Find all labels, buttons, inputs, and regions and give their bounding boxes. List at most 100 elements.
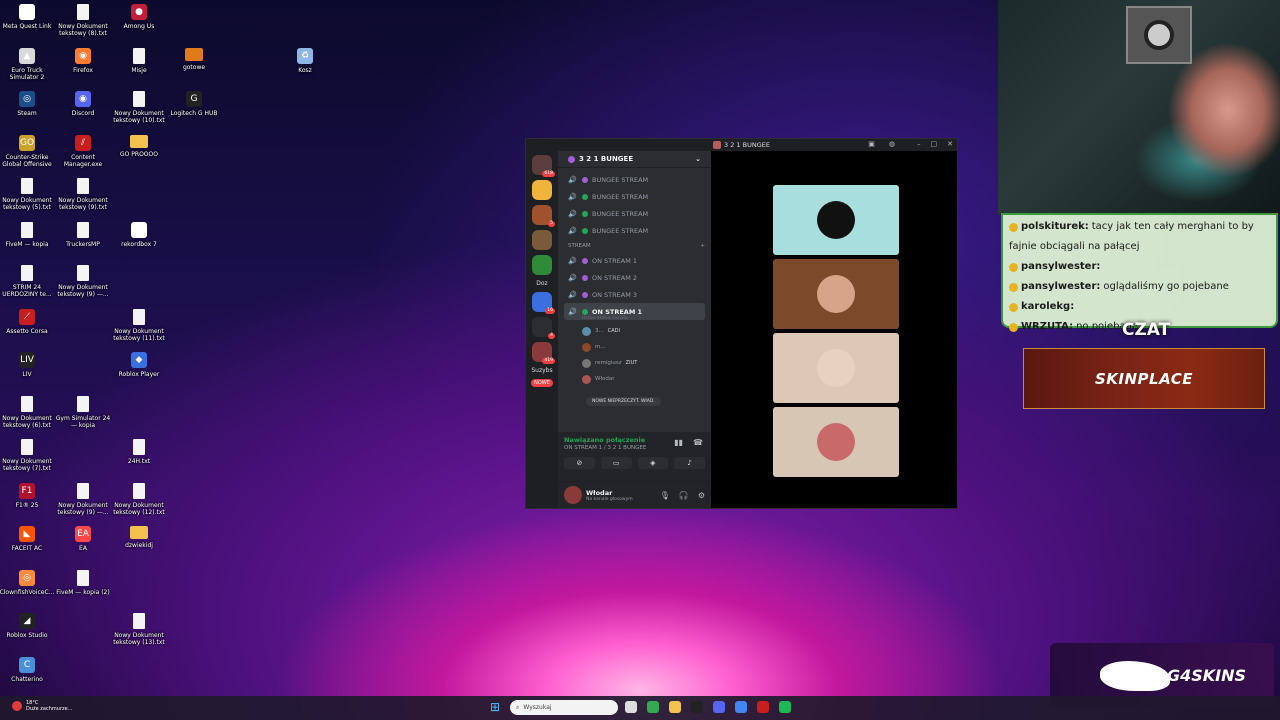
camera-button[interactable]: ⊘ [564, 457, 595, 469]
voice-channel[interactable]: 🔊 ON STREAM 3 [564, 286, 705, 303]
desktop-icon[interactable]: Nowy Dokument tekstowy (11).txt [111, 308, 167, 342]
microphone-icon[interactable]: 🎙 [660, 491, 670, 500]
weather-widget[interactable]: 18°C Duże zachmurze... [12, 700, 72, 712]
desktop-icon[interactable]: ◎ ClownfishVoiceC... [0, 569, 55, 596]
server-icon[interactable] [532, 255, 552, 275]
screen-icon[interactable]: ▣ [868, 140, 875, 148]
channel-status-hint[interactable]: Ustaw status kanału [564, 316, 705, 321]
desktop-icon[interactable]: Nowy Dokument tekstowy (10).txt [111, 91, 167, 124]
taskbar-search[interactable]: ⌕ Wyszukaj [510, 700, 618, 715]
desktop-icon[interactable]: ∞ Meta Quest Link [0, 4, 55, 30]
spotify-icon[interactable] [779, 701, 791, 713]
desktop-icon[interactable]: Nowy Dokument tekstowy (13).txt [111, 613, 167, 646]
desktop-icon[interactable]: gotowe [166, 47, 222, 71]
desktop-icon[interactable]: Gym Simulator 24 — kopia [55, 395, 111, 429]
desktop-icon[interactable]: Misje [111, 47, 167, 74]
desktop-icon[interactable]: STRIM 24 UERDOZINY te... [0, 265, 55, 298]
server-icon[interactable]: 5 [532, 205, 555, 227]
server-icon[interactable] [532, 230, 552, 250]
voice-member[interactable]: Włodar [564, 371, 705, 387]
desktop-icon[interactable]: GO PROOOO [111, 134, 167, 158]
voice-channel[interactable]: 🔊 BUNGEE STREAM [564, 188, 705, 205]
desktop-icon[interactable]: ♻ Kosz [277, 47, 333, 74]
task-view-icon[interactable] [625, 701, 637, 713]
minimize-icon[interactable]: – [917, 140, 921, 148]
help-icon[interactable]: ◍ [889, 140, 895, 148]
discord-window[interactable]: 3 2 1 BUNGEE ▣ ◍ – □ ✕ 618 5 Doz 16 4 419 Suzy… [525, 138, 958, 509]
participant-tile[interactable] [773, 333, 899, 403]
desktop-icon[interactable]: ◆ Roblox Player [111, 352, 167, 378]
desktop-icon[interactable]: G Logitech G HUB [166, 91, 222, 117]
desktop-icon[interactable]: dzwiekidj [111, 526, 167, 549]
desktop-icon[interactable]: Nowy Dokument tekstowy (12).txt [111, 482, 167, 516]
participant-tile[interactable] [773, 407, 899, 477]
discord-icon[interactable] [713, 701, 725, 713]
desktop-icon[interactable]: FiveM — kopia (2) [55, 569, 111, 596]
desktop-icon[interactable]: GO Counter-Strike Global Offensive [0, 134, 55, 168]
participant-tile[interactable] [773, 185, 899, 255]
desktop-icon[interactable]: ⫽ Content Manager.exe [55, 134, 111, 168]
desktop-icon[interactable]: 24H.txt [111, 439, 167, 465]
headphones-icon[interactable]: 🎧 [679, 491, 689, 500]
server-folder-label[interactable]: Doz [536, 280, 547, 287]
desktop-icon[interactable]: ◉ Firefox [55, 47, 111, 74]
desktop-icon[interactable]: Nowy Dokument tekstowy (5).txt [0, 178, 55, 211]
avatar[interactable] [564, 486, 582, 504]
unread-messages-pill[interactable]: NOWE NIEPRZECZYT. WIAD. [586, 397, 661, 406]
desktop-icon[interactable]: Nowy Dokument tekstowy (9) —... [55, 265, 111, 298]
new-badge[interactable]: NOWE [531, 379, 553, 387]
desktop-icon[interactable]: ▲ Euro Truck Simulator 2 [0, 47, 55, 81]
server-icon[interactable]: 16 [532, 292, 555, 314]
desktop-icon[interactable]: Nowy Dokument tekstowy (6).txt [0, 395, 55, 429]
chrome-profile-icon[interactable] [735, 701, 747, 713]
voice-channel[interactable]: 🔊 ON STREAM 1 [564, 252, 705, 269]
soundboard-button[interactable]: ♪ [674, 457, 705, 469]
maximize-icon[interactable]: □ [931, 140, 938, 148]
server-icon[interactable]: 419 [532, 342, 555, 364]
server-folder-label[interactable]: Suzybs [531, 367, 552, 374]
close-icon[interactable]: ✕ [947, 140, 953, 148]
guild-header[interactable]: 3 2 1 BUNGEE ⌄ [558, 151, 711, 168]
desktop-icon[interactable]: ⟋ Assetto Corsa [0, 308, 55, 335]
server-icon[interactable]: 618 [532, 155, 555, 177]
desktop-icon[interactable]: ◢ Roblox Studio [0, 613, 55, 639]
desktop-icon[interactable]: EA EA [55, 526, 111, 552]
desktop-icon[interactable]: ◣ FACEIT AC [0, 526, 55, 552]
desktop-icon[interactable]: Nowy Dokument tekstowy (7).txt [0, 439, 55, 472]
desktop-icon[interactable]: Nowy Dokument tekstowy (9).txt [55, 178, 111, 211]
server-icon[interactable] [532, 180, 552, 200]
desktop-icon[interactable]: ◎ rekordbox 7 [111, 221, 167, 248]
participant-tile[interactable] [773, 259, 899, 329]
desktop-icon[interactable]: Nowy Dokument tekstowy (8).txt [55, 4, 111, 37]
signal-icon[interactable]: ▮▮ [674, 438, 683, 447]
voice-member[interactable]: m... [564, 339, 705, 355]
voice-channel[interactable]: 🔊 BUNGEE STREAM [564, 222, 705, 239]
voice-channel[interactable]: 🔊 ON STREAM 2 [564, 269, 705, 286]
app-icon-2[interactable] [757, 701, 769, 713]
disconnect-icon[interactable]: ☎ [693, 438, 703, 447]
voice-channel[interactable]: 🔊 BUNGEE STREAM [564, 171, 705, 188]
add-channel-icon[interactable]: + [700, 243, 705, 249]
file-explorer-icon[interactable] [669, 701, 681, 713]
desktop-icon[interactable]: Nowy Dokument tekstowy (9) —... [55, 482, 111, 516]
desktop-icon[interactable]: ◎ Steam [0, 91, 55, 117]
chrome-icon[interactable] [647, 701, 659, 713]
app-icon[interactable] [691, 701, 703, 713]
discord-titlebar[interactable]: 3 2 1 BUNGEE ▣ ◍ – □ ✕ [526, 139, 957, 151]
desktop-icon[interactable]: F1 F1® 25 [0, 482, 55, 509]
desktop-icon[interactable]: ◉ Discord [55, 91, 111, 117]
voice-member[interactable]: 3... CADI [564, 323, 705, 339]
voice-member[interactable]: remigiusz ZIUT [564, 355, 705, 371]
desktop-icon[interactable]: FiveM — kopia [0, 221, 55, 248]
server-icon[interactable]: 4 [532, 317, 555, 339]
chevron-down-icon[interactable]: ⌄ [695, 155, 701, 163]
activity-button[interactable]: ◈ [637, 457, 669, 469]
desktop-icon[interactable]: TruckersMP [55, 221, 111, 248]
desktop-icon[interactable]: C Chatterino [0, 656, 55, 683]
gear-icon[interactable]: ⚙ [698, 491, 705, 500]
voice-channel[interactable]: 🔊 BUNGEE STREAM [564, 205, 705, 222]
desktop-icon[interactable]: LIV LIV [0, 352, 55, 378]
channel-category[interactable]: STREAM + [564, 239, 705, 252]
desktop-icon[interactable]: ● Among Us [111, 4, 167, 30]
screenshare-button[interactable]: ▭ [600, 457, 632, 469]
